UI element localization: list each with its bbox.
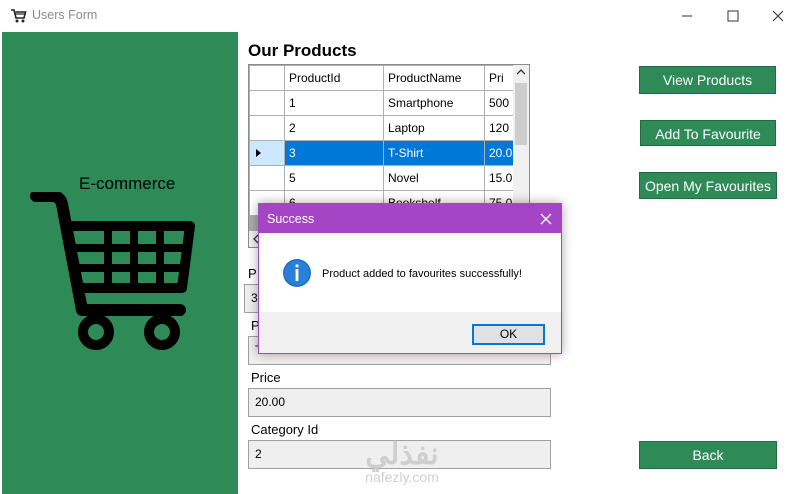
price-field[interactable]: 20.00 xyxy=(248,388,551,417)
window-title: Users Form xyxy=(32,8,98,22)
title-bar: Users Form xyxy=(0,0,802,32)
cell-productname[interactable]: Smartphone xyxy=(383,90,485,116)
watermark: نفذلي nafezly.com xyxy=(352,438,452,485)
table-row-selected[interactable]: 3 T-Shirt 20.0 xyxy=(249,140,518,166)
brand-label: E-commerce xyxy=(79,174,176,193)
cell-productname[interactable]: T-Shirt xyxy=(383,140,485,166)
close-icon xyxy=(540,213,552,225)
cell-productname[interactable]: Novel xyxy=(383,165,485,191)
dialog-close-button[interactable] xyxy=(535,209,557,229)
cell-productid[interactable]: 5 xyxy=(284,165,384,191)
success-dialog: Success Product added to favourites succ… xyxy=(258,203,562,354)
product-id-label: P xyxy=(248,266,257,281)
row-header[interactable] xyxy=(249,140,285,166)
maximize-button[interactable] xyxy=(710,0,756,32)
dialog-title-bar: Success xyxy=(259,204,561,233)
scroll-thumb[interactable] xyxy=(515,83,527,145)
dialog-title: Success xyxy=(267,212,315,226)
table-row[interactable]: 2 Laptop 120 xyxy=(249,115,518,141)
watermark-latin: nafezly.com xyxy=(365,469,439,485)
add-to-favourite-button[interactable]: Add To Favourite xyxy=(640,120,776,146)
scroll-up-icon[interactable] xyxy=(517,69,525,75)
cell-productname[interactable]: Laptop xyxy=(383,115,485,141)
ok-button[interactable]: OK xyxy=(472,324,545,345)
column-header-productname[interactable]: ProductName xyxy=(383,65,485,91)
open-my-favourites-button[interactable]: Open My Favourites xyxy=(639,172,777,199)
table-row[interactable]: 5 Novel 15.0 xyxy=(249,165,518,191)
close-icon xyxy=(772,10,784,22)
category-id-label: Category Id xyxy=(251,422,319,437)
current-row-arrow-icon xyxy=(256,149,261,157)
page-title: Our Products xyxy=(248,41,357,60)
watermark-arabic: نفذلي xyxy=(365,438,439,471)
cell-productid[interactable]: 2 xyxy=(284,115,384,141)
info-icon xyxy=(283,259,311,287)
cell-productid[interactable]: 3 xyxy=(284,140,384,166)
row-header[interactable] xyxy=(249,115,285,141)
column-header-productid[interactable]: ProductId xyxy=(284,65,384,91)
row-header[interactable] xyxy=(249,165,285,191)
grid-header-row: ProductId ProductName Pri xyxy=(249,65,518,91)
shopping-cart-icon xyxy=(30,192,195,350)
minimize-button[interactable] xyxy=(664,0,710,32)
cell-productid[interactable]: 1 xyxy=(284,90,384,116)
dialog-message: Product added to favourites successfully… xyxy=(322,268,522,280)
dialog-body: Product added to favourites successfully… xyxy=(259,233,561,312)
minimize-icon xyxy=(682,15,692,17)
cart-app-icon xyxy=(11,9,27,23)
left-brand-panel xyxy=(2,32,238,494)
view-products-button[interactable]: View Products xyxy=(639,66,776,94)
row-header-corner xyxy=(249,65,285,91)
row-header[interactable] xyxy=(249,90,285,116)
back-button[interactable]: Back xyxy=(639,441,777,469)
price-label: Price xyxy=(251,370,281,385)
close-window-button[interactable] xyxy=(755,0,801,32)
maximize-icon xyxy=(727,10,739,22)
table-row[interactable]: 1 Smartphone 500 xyxy=(249,90,518,116)
